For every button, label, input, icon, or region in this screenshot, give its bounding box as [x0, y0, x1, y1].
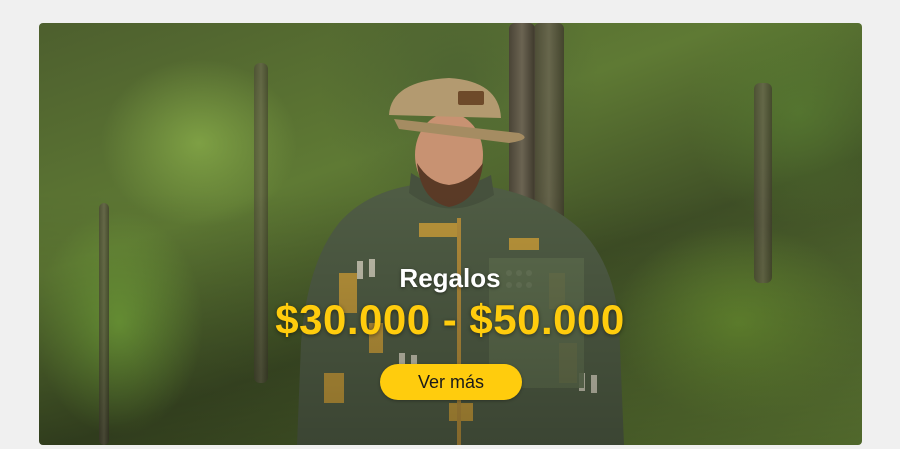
banner-title: Regalos	[399, 263, 501, 293]
price-range: $30.000 - $50.000	[275, 296, 625, 343]
see-more-button[interactable]: Ver más	[380, 364, 522, 400]
